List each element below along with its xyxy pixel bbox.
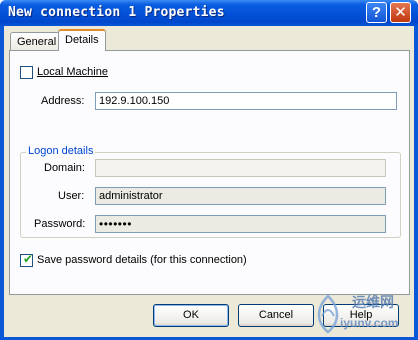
ok-button[interactable]: OK [153,304,229,327]
help-button[interactable]: Help [323,304,399,327]
cancel-button[interactable]: Cancel [238,304,314,327]
dialog-body: General Details Local Machine Address: 1… [4,26,414,337]
local-machine-label[interactable]: Local Machine [37,66,108,78]
domain-label: Domain: [44,162,85,174]
logon-details-legend: Logon details [26,145,96,157]
domain-field[interactable] [95,159,386,177]
address-field[interactable]: 192.9.100.150 [95,92,397,110]
help-icon[interactable]: ? [366,2,387,23]
password-field[interactable]: ••••••• [95,215,386,233]
window-title: New connection 1 Properties [8,5,225,20]
properties-dialog: New connection 1 Properties ? ✕ General … [0,0,418,340]
tab-general[interactable]: General [10,32,64,51]
details-panel: Local Machine Address: 192.9.100.150 Log… [9,50,410,295]
title-bar[interactable]: New connection 1 Properties ? ✕ [0,0,418,26]
close-icon[interactable]: ✕ [390,2,411,23]
address-label: Address: [41,95,85,107]
user-label: User: [58,190,85,202]
save-password-checkbox[interactable]: ✔ [20,252,34,267]
local-machine-checkbox[interactable] [20,66,33,79]
logon-details-group: Logon details Domain: User: administrato… [20,145,401,238]
checkmark-icon: ✔ [23,252,34,266]
save-password-label[interactable]: Save password details (for this connecti… [37,254,247,266]
user-field[interactable]: administrator [95,187,386,205]
tab-details[interactable]: Details [58,29,106,51]
password-label: Password: [34,218,86,230]
